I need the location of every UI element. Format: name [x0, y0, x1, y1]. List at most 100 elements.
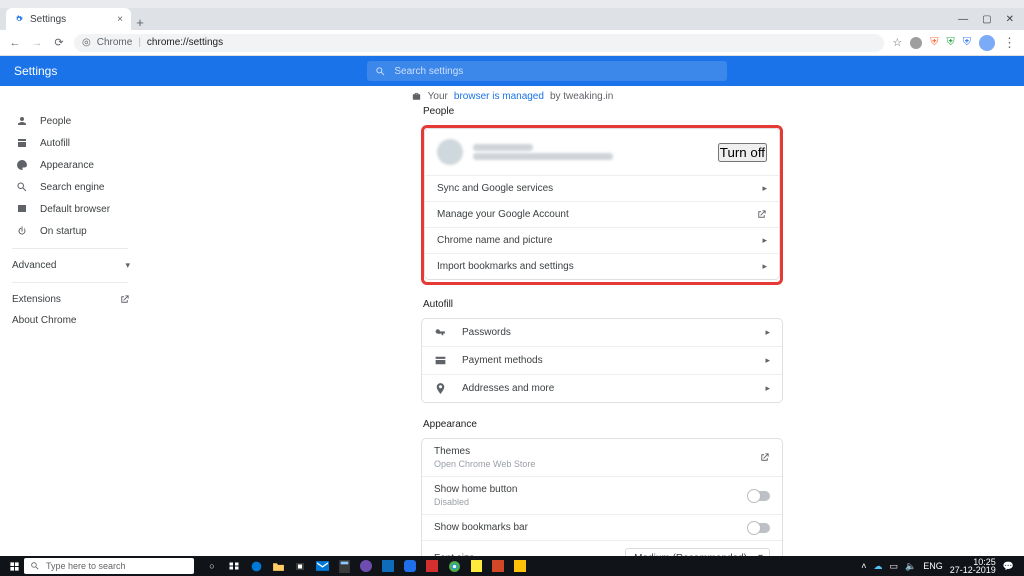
task-ppt-icon[interactable] [490, 558, 506, 574]
sidebar-advanced[interactable]: Advanced▾ [0, 255, 140, 276]
reload-icon[interactable]: ⟳ [52, 36, 66, 49]
person-icon [16, 115, 30, 127]
shield-blue-icon[interactable]: ⛨ [963, 36, 971, 49]
search-icon [375, 66, 386, 77]
shield-orange-icon[interactable]: ⛨ [930, 36, 938, 49]
search-placeholder: Search settings [394, 66, 463, 77]
search-icon [30, 561, 40, 571]
url-prefix: Chrome [97, 37, 133, 48]
chevron-right-icon: ▸ [762, 183, 767, 194]
power-icon [16, 225, 30, 237]
row-themes[interactable]: Themes Open Chrome Web Store [422, 439, 782, 476]
profile-name-blurred [473, 144, 533, 151]
sidebar-item-search[interactable]: Search engine [0, 176, 140, 198]
profile-email-blurred [473, 153, 613, 160]
task-app2-icon[interactable] [380, 558, 396, 574]
sidebar-item-autofill[interactable]: Autofill [0, 132, 140, 154]
chevron-right-icon: ▸ [765, 355, 770, 366]
profile-picture [437, 139, 463, 165]
row-payment[interactable]: Payment methods▸ [422, 346, 782, 374]
close-tab-icon[interactable]: × [117, 14, 123, 25]
star-icon[interactable]: ☆ [892, 36, 902, 49]
chevron-down-icon: ▾ [125, 260, 130, 271]
people-highlight-box: Turn off Sync and Google services▸ Manag… [421, 125, 783, 285]
profile-row: Turn off [425, 129, 779, 175]
chrome-icon: ◎ [82, 37, 91, 48]
row-addresses[interactable]: Addresses and more▸ [422, 374, 782, 402]
tray-lang[interactable]: ENG [923, 561, 943, 571]
row-name-picture[interactable]: Chrome name and picture▸ [425, 227, 779, 253]
new-tab-button[interactable]: + [131, 15, 149, 30]
chevron-right-icon: ▸ [762, 235, 767, 246]
section-title-appearance: Appearance [423, 419, 783, 430]
key-icon [434, 326, 450, 339]
task-calc-icon[interactable] [336, 558, 352, 574]
autofill-icon [16, 137, 30, 149]
forward-icon[interactable]: → [30, 37, 44, 49]
tray-clock[interactable]: 10:25 27-12-2019 [950, 558, 996, 574]
task-edge-icon[interactable] [248, 558, 264, 574]
task-view-icon[interactable] [226, 558, 242, 574]
font-size-select[interactable]: Medium (Recommended) [625, 548, 770, 556]
taskbar-search[interactable]: Type here to search [24, 558, 194, 574]
card-icon [434, 354, 450, 367]
tray-chevron-up-icon[interactable]: ˄ [861, 561, 866, 571]
settings-search[interactable]: Search settings [367, 61, 727, 81]
window-close-button[interactable]: ✕ [1006, 14, 1014, 25]
sidebar-item-appearance[interactable]: Appearance [0, 154, 140, 176]
task-app4-icon[interactable] [512, 558, 528, 574]
row-home-button[interactable]: Show home button Disabled [422, 476, 782, 514]
task-app3-icon[interactable] [402, 558, 418, 574]
tray-notifications-icon[interactable]: 💬 [1003, 561, 1014, 572]
tray-network-icon[interactable]: ▭ [889, 561, 898, 572]
open-external-icon [756, 209, 767, 220]
settings-icon [14, 14, 24, 24]
task-app1-icon[interactable] [358, 558, 374, 574]
turn-off-button[interactable]: Turn off [718, 143, 767, 162]
section-title-autofill: Autofill [423, 299, 783, 310]
task-mail-icon[interactable] [314, 558, 330, 574]
managed-link[interactable]: browser is managed [454, 91, 544, 102]
profile-avatar[interactable] [979, 35, 995, 51]
address-bar[interactable]: ◎ Chrome | chrome://settings [74, 34, 884, 52]
open-external-icon [119, 294, 130, 305]
sidebar-item-people[interactable]: People [0, 110, 140, 132]
row-import[interactable]: Import bookmarks and settings▸ [425, 253, 779, 279]
task-acrobat-icon[interactable] [424, 558, 440, 574]
taskbar: Type here to search ○ ˄ ☁ ▭ 🔈 ENG 10:25 … [0, 556, 1024, 576]
shield-green-icon[interactable]: ⛨ [947, 36, 955, 49]
task-explorer-icon[interactable] [270, 558, 286, 574]
tray-volume-icon[interactable]: 🔈 [905, 561, 916, 572]
row-manage-account[interactable]: Manage your Google Account [425, 201, 779, 227]
extension-icons: ☆ ⛨ ⛨ ⛨ ⋮ [892, 35, 1016, 51]
back-icon[interactable]: ← [8, 37, 22, 49]
row-font-size: Font size Medium (Recommended) [422, 540, 782, 556]
window-maximize-button[interactable]: ▢ [982, 14, 991, 25]
row-passwords[interactable]: Passwords▸ [422, 319, 782, 346]
section-title-people: People [423, 106, 783, 117]
toggle-home-button[interactable] [748, 491, 770, 501]
briefcase-icon [411, 91, 422, 102]
window-minimize-button[interactable]: — [958, 14, 968, 25]
browser-tab[interactable]: Settings × [6, 8, 131, 30]
menu-dots-icon[interactable]: ⋮ [1003, 35, 1016, 51]
row-sync[interactable]: Sync and Google services▸ [425, 175, 779, 201]
managed-banner: Your browser is managed by tweaking.in [0, 86, 1024, 106]
tray-cloud-icon[interactable]: ☁ [873, 561, 882, 572]
ext-icon-1[interactable] [910, 37, 922, 49]
task-chrome-icon[interactable] [446, 558, 462, 574]
task-cortana-icon[interactable]: ○ [204, 558, 220, 574]
sidebar-item-startup[interactable]: On startup [0, 220, 140, 242]
task-notes-icon[interactable] [468, 558, 484, 574]
task-store-icon[interactable] [292, 558, 308, 574]
row-bookmarks-bar[interactable]: Show bookmarks bar [422, 514, 782, 540]
toggle-bookmarks-bar[interactable] [748, 523, 770, 533]
sidebar-item-default-browser[interactable]: Default browser [0, 198, 140, 220]
browser-icon [16, 203, 30, 215]
open-external-icon [759, 452, 770, 463]
page-title: Settings [14, 64, 57, 78]
sidebar-about[interactable]: About Chrome [0, 310, 140, 331]
start-button[interactable] [4, 556, 24, 576]
sidebar-extensions[interactable]: Extensions [0, 289, 140, 310]
sidebar: People Autofill Appearance Search engine… [0, 106, 140, 556]
